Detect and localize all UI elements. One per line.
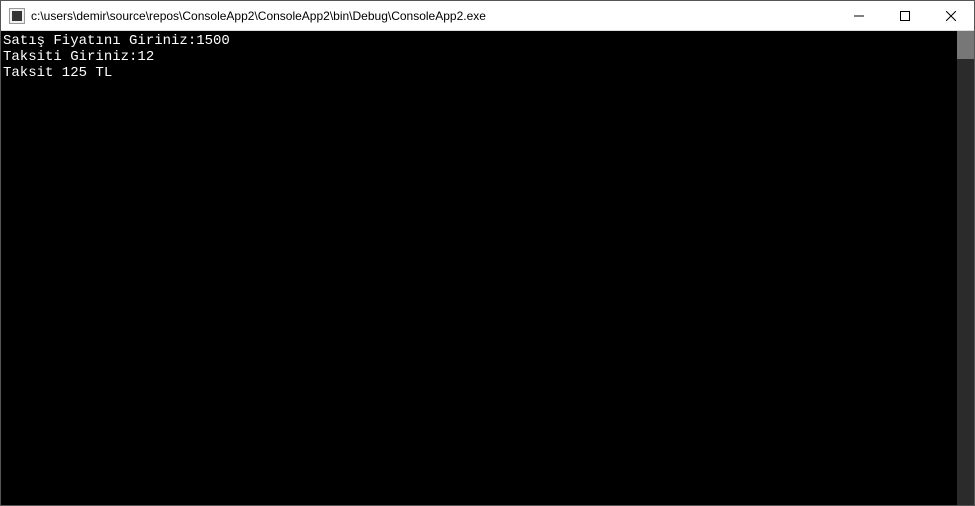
close-button[interactable] xyxy=(928,1,974,30)
maximize-icon xyxy=(900,11,910,21)
minimize-button[interactable] xyxy=(836,1,882,30)
console-line: Satış Fiyatını Giriniz:1500 xyxy=(3,33,230,49)
console-line: Taksiti Giriniz:12 xyxy=(3,49,154,65)
window-controls xyxy=(836,1,974,30)
minimize-icon xyxy=(854,11,864,21)
vertical-scrollbar[interactable] xyxy=(957,31,974,505)
window-titlebar: c:\users\demir\source\repos\ConsoleApp2\… xyxy=(1,1,974,31)
app-icon xyxy=(9,8,25,24)
scrollbar-thumb[interactable] xyxy=(957,31,974,59)
console-line: Taksit 125 TL xyxy=(3,65,112,81)
console-area: Satış Fiyatını Giriniz:1500 Taksiti Giri… xyxy=(1,31,974,505)
console-output[interactable]: Satış Fiyatını Giriniz:1500 Taksiti Giri… xyxy=(1,31,957,505)
window-title: c:\users\demir\source\repos\ConsoleApp2\… xyxy=(31,9,836,23)
close-icon xyxy=(946,11,956,21)
maximize-button[interactable] xyxy=(882,1,928,30)
